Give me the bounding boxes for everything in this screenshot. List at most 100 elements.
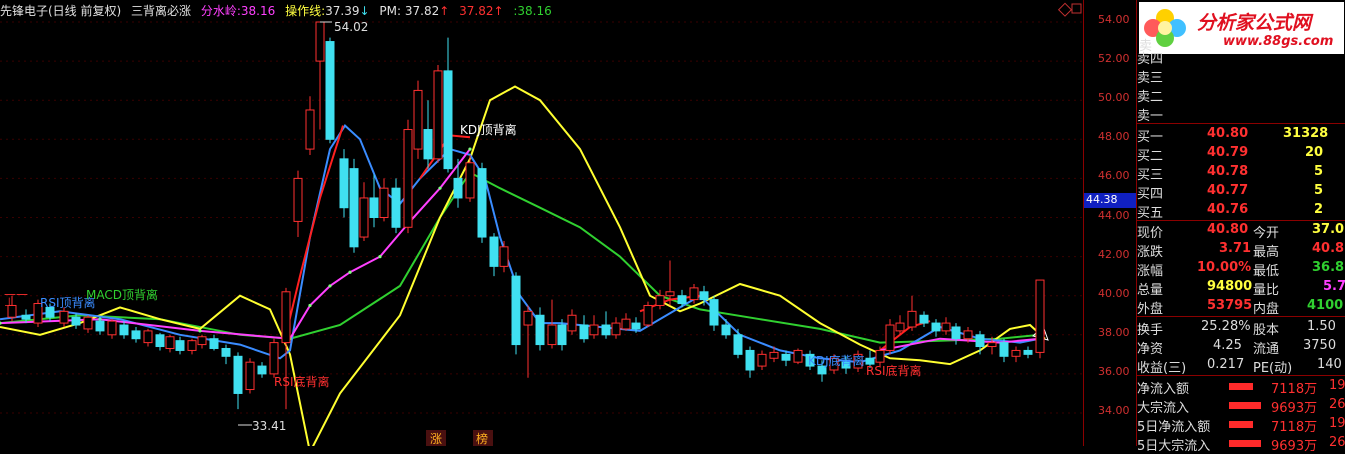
sell-label: 卖二 xyxy=(1137,90,1164,105)
axis-tick: 52.00 xyxy=(1098,52,1130,65)
sell-row: 卖二 xyxy=(1137,85,1345,105)
candle-up xyxy=(413,89,423,150)
candle-down xyxy=(781,353,791,361)
axis-tick: 40.00 xyxy=(1098,287,1130,300)
flow-row: 5日大宗流入 9693万 26 xyxy=(1137,434,1345,454)
grid-lines xyxy=(0,21,1083,414)
kline-canvas[interactable]: 54.0233.41KDJ顶背离RSI顶背离MACD顶背离RSI底背离RSI底背… xyxy=(0,0,1083,454)
buy-row[interactable]: 买二 40.79 20 xyxy=(1137,144,1345,164)
quote-panel: 分析家公式网 www.88gs.com 卖 卖四 卖三 卖二 卖一 买一 40.… xyxy=(1136,0,1345,454)
axis-tick: 44.00 xyxy=(1098,209,1130,222)
candle-down xyxy=(21,314,31,320)
stats-row: 换手 25.28% 股本 1.50 xyxy=(1137,318,1345,338)
formula-name[interactable]: 三背离必涨 xyxy=(131,4,191,18)
candle-down xyxy=(733,334,743,355)
quote-value: 94800 xyxy=(1207,279,1253,294)
quote-label: 现价 xyxy=(1137,226,1164,241)
czx-arrow: ↓ xyxy=(359,4,370,18)
flow-extra: 19 xyxy=(1329,378,1345,393)
candle-up xyxy=(907,310,917,328)
candle-up xyxy=(165,336,175,349)
candle-up xyxy=(875,349,885,363)
candle-up xyxy=(245,361,255,391)
candle-up xyxy=(269,342,279,375)
sell-label: 卖四 xyxy=(1137,52,1164,67)
candle-down xyxy=(221,347,231,357)
buy-label: 买一 xyxy=(1137,130,1164,145)
fsl-line-magenta xyxy=(0,148,471,340)
candle-down xyxy=(601,324,611,336)
candle-down xyxy=(677,295,687,305)
flow-row: 大宗流入 9693万 26 xyxy=(1137,396,1345,416)
up-arrow-1: ↑ xyxy=(439,4,450,18)
candle-down xyxy=(699,291,709,301)
sell-label: 卖三 xyxy=(1137,71,1164,86)
candle-up xyxy=(523,310,533,326)
buy-row[interactable]: 买一 40.80 31328 xyxy=(1137,125,1345,145)
candle-down xyxy=(209,338,219,349)
flow-row: 净流入额 7118万 19 xyxy=(1137,377,1345,397)
stat-value: 25.28% xyxy=(1201,319,1251,334)
buy-price: 40.76 xyxy=(1207,202,1249,217)
candle-down xyxy=(1023,349,1033,355)
kline-chart[interactable]: 54.02 33.41 KDJ顶背离 RSI顶背离 MACD顶背离 RSI底背离 RSI底背… xyxy=(0,0,1083,454)
flow-bar xyxy=(1229,383,1253,390)
fsl-dot xyxy=(438,186,442,190)
candle-up xyxy=(143,330,153,344)
candle-down xyxy=(423,129,433,160)
quote-label: 最高 xyxy=(1253,245,1280,260)
candle-up xyxy=(655,295,665,306)
flow-value: 7118万 xyxy=(1271,382,1318,397)
flow-label: 大宗流入 xyxy=(1137,401,1190,416)
stats-row: 收益(三) 0.217 PE(动) 140 xyxy=(1137,356,1345,376)
buy-row[interactable]: 买三 40.78 5 xyxy=(1137,163,1345,183)
quote-value: 10.00% xyxy=(1197,260,1252,275)
candle-up xyxy=(315,21,325,62)
up-arrow-2: ↑ xyxy=(493,4,504,18)
candle-down xyxy=(975,334,985,348)
buy-row[interactable]: 买四 40.77 5 xyxy=(1137,182,1345,202)
candle-up xyxy=(987,342,997,348)
current-price-marker: 44.38 xyxy=(1084,193,1136,208)
flow-value: 9693万 xyxy=(1271,439,1318,454)
buy-price: 40.78 xyxy=(1207,164,1249,179)
buy-label: 买五 xyxy=(1137,206,1164,221)
quote-row: 涨幅 10.00% 最低 36.8 xyxy=(1137,259,1345,279)
axis-tick: 48.00 xyxy=(1098,130,1130,143)
candle-down xyxy=(175,340,185,351)
candle-up xyxy=(895,322,905,332)
stat-label: 净资 xyxy=(1137,342,1164,357)
buy-row[interactable]: 买五 40.76 2 xyxy=(1137,201,1345,221)
fsl-readout: 分水岭:38.16 xyxy=(201,4,275,18)
fsl-dot xyxy=(328,284,332,288)
quote-row: 总量 94800 量比 5.7 xyxy=(1137,278,1345,298)
flow-bar xyxy=(1229,402,1261,409)
buy-label: 买四 xyxy=(1137,187,1164,202)
candle-up xyxy=(107,320,117,336)
quote-label: 量比 xyxy=(1253,283,1280,298)
candle-up xyxy=(1011,349,1021,357)
candle-down xyxy=(631,322,641,330)
stock-title[interactable]: 先锋电子(日线 前复权) xyxy=(0,4,121,18)
candle-down xyxy=(709,299,719,326)
divider xyxy=(1137,375,1345,376)
axis-tick: 34.00 xyxy=(1098,404,1130,417)
rsi-bottom-label: RSI底背离 xyxy=(274,374,330,389)
quote-value: 37.0 xyxy=(1312,222,1345,237)
candle-down xyxy=(579,324,589,340)
green-readout: :38.16 xyxy=(513,4,551,18)
axis-tick: 42.00 xyxy=(1098,248,1130,261)
candle-up xyxy=(963,330,973,340)
candle-down xyxy=(155,334,165,348)
candle-down xyxy=(557,324,567,346)
candles xyxy=(7,21,1045,410)
candle-up xyxy=(793,349,803,363)
flow-label: 5日大宗流入 xyxy=(1137,439,1211,454)
candle-down xyxy=(919,314,929,324)
candle-up xyxy=(403,129,413,228)
pm-red-readout: 37.82↑ xyxy=(459,4,503,18)
pm-label: PM: xyxy=(379,4,402,18)
quote-value: 36.8 xyxy=(1312,260,1345,275)
quote-row: 现价 40.80 今开 37.0 xyxy=(1137,221,1345,241)
low-price-label: 33.41 xyxy=(252,419,286,433)
